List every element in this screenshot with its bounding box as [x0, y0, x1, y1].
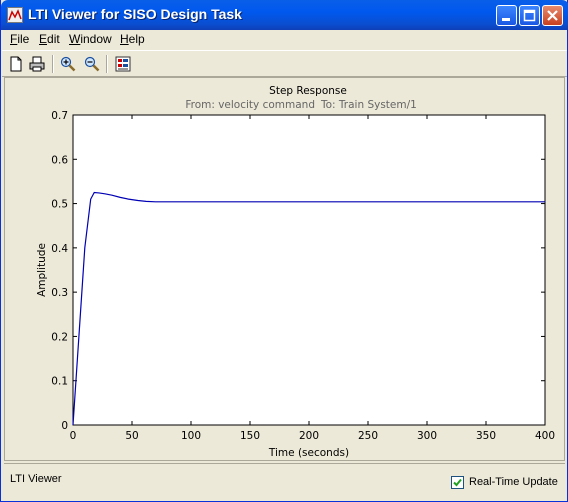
menu-window[interactable]: Window: [69, 32, 112, 46]
x-tick-label: 400: [535, 430, 555, 442]
zoom-in-button[interactable]: [58, 54, 78, 74]
lti-viewer-window: LTI Viewer for SISO Design Task File Edi…: [0, 0, 568, 502]
plot-axes-box: [72, 114, 546, 426]
plot-subtitle-from: From: velocity command: [185, 99, 315, 111]
checkmark-icon: [453, 478, 462, 487]
minimize-icon: [502, 18, 510, 21]
minimize-button[interactable]: [496, 5, 517, 26]
menu-edit[interactable]: Edit: [39, 32, 60, 46]
close-icon: [547, 10, 558, 21]
x-tick-label: 200: [299, 430, 319, 442]
zoom-out-button[interactable]: [82, 54, 102, 74]
plot-subtitle-to: To: Train System/1: [320, 99, 417, 111]
toolbar: [2, 50, 567, 77]
toolbar-separator: [52, 55, 54, 73]
y-tick-label: 0.2: [51, 331, 68, 343]
maximize-icon: [523, 9, 536, 22]
new-document-icon: [10, 56, 22, 72]
real-time-update-label: Real-Time Update: [469, 476, 558, 488]
y-axis-label: Amplitude: [36, 243, 48, 297]
close-button[interactable]: [542, 5, 563, 26]
menu-bar: File Edit Window Help: [2, 30, 567, 49]
menu-file[interactable]: File: [10, 32, 29, 46]
matlab-app-icon: [7, 7, 23, 23]
y-tick-label: 0.4: [51, 243, 68, 255]
x-tick-label: 250: [358, 430, 378, 442]
y-tick-label: 0.3: [51, 287, 68, 299]
status-text: LTI Viewer: [10, 473, 62, 485]
plot-configurations-button[interactable]: [113, 54, 133, 74]
y-tick-label: 0: [61, 420, 68, 432]
title-bar[interactable]: LTI Viewer for SISO Design Task: [1, 0, 568, 30]
real-time-update-checkbox[interactable]: [451, 476, 464, 489]
print-icon: [29, 56, 45, 72]
x-tick-label: 150: [240, 430, 260, 442]
x-tick-label: 300: [417, 430, 437, 442]
zoom-out-icon: [84, 56, 100, 72]
new-button[interactable]: [6, 54, 26, 74]
plot-configurations-icon: [115, 56, 131, 72]
window-title: LTI Viewer for SISO Design Task: [28, 6, 242, 22]
print-button[interactable]: [27, 54, 47, 74]
y-tick-label: 0.5: [51, 199, 68, 211]
plot-title: Step Response: [269, 85, 347, 97]
x-tick-label: 50: [125, 430, 138, 442]
x-tick-label: 100: [181, 430, 201, 442]
menu-help[interactable]: Help: [120, 32, 145, 46]
y-tick-label: 0.6: [51, 154, 68, 166]
status-bar: LTI Viewer Real-Time Update: [4, 463, 565, 500]
zoom-in-icon: [60, 56, 76, 72]
x-tick-label: 0: [70, 430, 77, 442]
x-axis-label: Time (seconds): [268, 447, 349, 459]
toolbar-separator: [106, 55, 108, 73]
figure-area: Step Response From: velocity command To:…: [4, 77, 565, 461]
x-tick-label: 350: [476, 430, 496, 442]
step-response-plot[interactable]: Step Response From: velocity command To:…: [5, 78, 564, 460]
y-tick-label: 0.7: [51, 110, 68, 122]
maximize-button[interactable]: [519, 5, 540, 26]
y-tick-label: 0.1: [51, 376, 68, 388]
